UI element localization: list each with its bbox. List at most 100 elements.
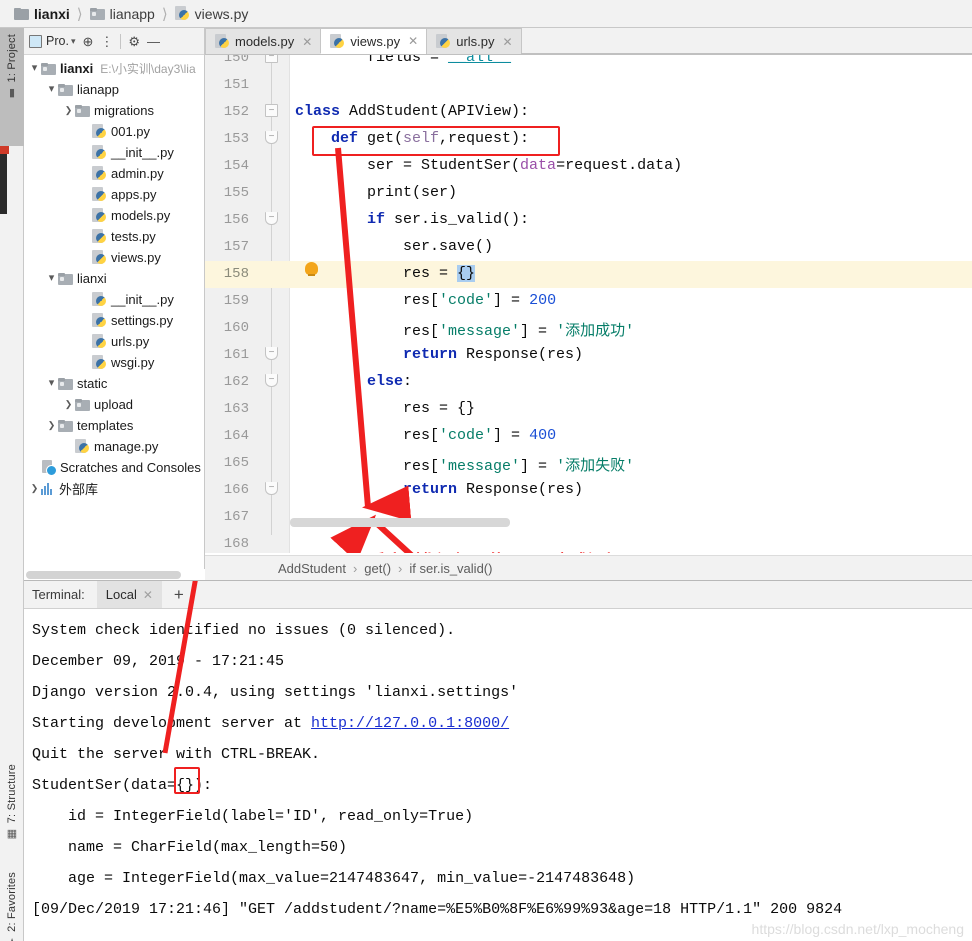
breadcrumb-method[interactable]: get() xyxy=(364,561,391,576)
collapse-all-icon[interactable]: ⋮ xyxy=(100,35,113,48)
breadcrumb-statement[interactable]: if ser.is_valid() xyxy=(409,561,492,576)
settings-gear-icon[interactable]: ⚙ xyxy=(128,35,140,48)
close-icon[interactable]: ✕ xyxy=(408,34,418,48)
annotation-box-empty-dict xyxy=(174,767,200,794)
breadcrumb-label: lianapp xyxy=(109,5,155,22)
code-line[interactable]: res['code'] = 400 xyxy=(295,427,556,444)
tree-item--init-py[interactable]: __init__.py xyxy=(24,289,204,310)
python-file-icon xyxy=(92,145,107,160)
breadcrumb-item-file[interactable]: views.py xyxy=(174,6,248,22)
editor-horizontal-scrollbar[interactable] xyxy=(290,518,510,527)
annotation-text-line-1: 反序列化添加，使用get方式添加， xyxy=(369,547,639,553)
tab-label: views.py xyxy=(350,33,401,49)
chevron-right-icon[interactable] xyxy=(45,421,58,431)
tree-item-wsgi-py[interactable]: wsgi.py xyxy=(24,352,204,373)
code-token: ] = xyxy=(520,323,557,340)
code-line[interactable]: ser = StudentSer(data=request.data) xyxy=(295,157,682,174)
tree-item-lianxi[interactable]: lianxi E:\小实训\day3\lia xyxy=(24,58,204,79)
tab-models-py[interactable]: models.py ✕ xyxy=(205,28,322,54)
watermark-text: https://blog.csdn.net/lxp_mocheng xyxy=(751,921,964,937)
line-number: 152 xyxy=(223,104,249,120)
project-panel-title[interactable]: Pro. ▾ xyxy=(29,34,75,48)
code-token: return xyxy=(295,346,467,363)
tree-item--init-py[interactable]: __init__.py xyxy=(24,142,204,163)
fold-marker[interactable]: − xyxy=(265,104,278,117)
tree-item-models-py[interactable]: models.py xyxy=(24,205,204,226)
scrollbar-thumb[interactable] xyxy=(26,571,181,579)
close-icon[interactable]: ✕ xyxy=(143,588,153,602)
tree-item-upload[interactable]: upload xyxy=(24,394,204,415)
tree-item-tests-py[interactable]: tests.py xyxy=(24,226,204,247)
chevron-right-icon[interactable] xyxy=(62,400,75,410)
code-line[interactable]: res['code'] = 200 xyxy=(295,292,556,309)
tree-item-urls-py[interactable]: urls.py xyxy=(24,331,204,352)
code-line[interactable]: res = {} xyxy=(295,265,476,282)
chevron-down-icon[interactable] xyxy=(45,273,58,284)
code-line[interactable]: return Response(res) xyxy=(295,481,583,498)
terminal-line: StudentSer(data={}): xyxy=(32,777,213,794)
tree-item-static[interactable]: static xyxy=(24,373,204,394)
sidebar-item-project[interactable]: 1: Project ▮ xyxy=(0,28,24,146)
tree-item-apps-py[interactable]: apps.py xyxy=(24,184,204,205)
line-number: 160 xyxy=(223,320,249,336)
code-line[interactable]: else: xyxy=(295,373,412,390)
sidebar-item-structure[interactable]: 7: Structure ▦ xyxy=(0,758,24,858)
add-terminal-button[interactable]: + xyxy=(162,585,196,605)
code-line[interactable]: res['message'] = '添加成功' xyxy=(295,319,634,340)
code-token: '添加成功' xyxy=(556,323,635,340)
tab-views-py[interactable]: views.py ✕ xyxy=(320,28,428,54)
chevron-right-icon[interactable] xyxy=(28,484,41,494)
tree-item--[interactable]: 外部库 xyxy=(24,478,204,499)
code-line[interactable]: res['message'] = '添加失败' xyxy=(295,454,634,475)
tree-item-manage-py[interactable]: manage.py xyxy=(24,436,204,457)
chevron-right-icon[interactable] xyxy=(62,106,75,116)
chevron-down-icon[interactable] xyxy=(45,84,58,95)
fold-marker[interactable]: − xyxy=(265,55,278,63)
fold-marker[interactable]: − xyxy=(265,482,278,495)
tree-item-scratches-and-consoles[interactable]: Scratches and Consoles xyxy=(24,457,204,478)
tree-item-admin-py[interactable]: admin.py xyxy=(24,163,204,184)
project-tree[interactable]: lianxi E:\小实训\day3\lia lianapp migrations 00… xyxy=(24,55,204,499)
terminal-output[interactable]: System check identified no issues (0 sil… xyxy=(24,609,972,941)
breadcrumb-class[interactable]: AddStudent xyxy=(278,561,346,576)
code-line[interactable]: print(ser) xyxy=(295,184,457,201)
tab-urls-py[interactable]: urls.py ✕ xyxy=(426,28,522,54)
locate-icon[interactable]: ⊕ xyxy=(82,35,93,48)
fold-marker[interactable]: − xyxy=(265,212,278,225)
tool-tab-label: 2: Favorites xyxy=(6,872,18,932)
fold-marker[interactable]: − xyxy=(265,131,278,144)
code-token: ] = xyxy=(520,458,557,475)
tree-item-templates[interactable]: templates xyxy=(24,415,204,436)
minimize-icon[interactable]: — xyxy=(147,35,160,48)
chevron-down-icon[interactable] xyxy=(28,63,41,74)
chevron-down-icon[interactable] xyxy=(45,378,58,389)
tree-item-settings-py[interactable]: settings.py xyxy=(24,310,204,331)
tree-item-lianxi[interactable]: lianxi xyxy=(24,268,204,289)
fold-marker[interactable]: − xyxy=(265,374,278,387)
tree-item-lianapp[interactable]: lianapp xyxy=(24,79,204,100)
breadcrumb-item-project[interactable]: lianxi xyxy=(14,6,70,22)
code-line[interactable]: if ser.is_valid(): xyxy=(295,211,529,228)
fold-marker[interactable]: − xyxy=(265,347,278,360)
breadcrumb-item-app[interactable]: lianapp xyxy=(89,5,155,22)
code-canvas[interactable]: 150 fields = __all__ 151 152 class AddStude… xyxy=(205,55,972,553)
line-number: 165 xyxy=(223,455,249,471)
project-horizontal-scrollbar[interactable] xyxy=(24,569,205,580)
tree-item-label: tests.py xyxy=(111,229,156,244)
code-line[interactable]: ser.save() xyxy=(295,238,493,255)
terminal-link[interactable]: http://127.0.0.1:8000/ xyxy=(311,715,509,732)
code-line[interactable]: fields = __all__ xyxy=(295,55,511,66)
close-icon[interactable]: ✕ xyxy=(302,35,312,49)
code-line[interactable]: res = {} xyxy=(295,400,475,417)
code-line[interactable]: class AddStudent(APIView): xyxy=(295,103,529,120)
tree-item-label: upload xyxy=(94,397,134,412)
tree-item-label: migrations xyxy=(94,103,154,118)
terminal-tab-local[interactable]: Local ✕ xyxy=(96,581,162,608)
tree-item-views-py[interactable]: views.py xyxy=(24,247,204,268)
tree-item-migrations[interactable]: migrations xyxy=(24,100,204,121)
intention-bulb-icon[interactable] xyxy=(305,262,318,276)
close-icon[interactable]: ✕ xyxy=(503,35,513,49)
code-line[interactable]: return Response(res) xyxy=(295,346,583,363)
sidebar-item-favorites[interactable]: 2: Favorites ★ xyxy=(0,866,24,941)
tree-item-001-py[interactable]: 001.py xyxy=(24,121,204,142)
